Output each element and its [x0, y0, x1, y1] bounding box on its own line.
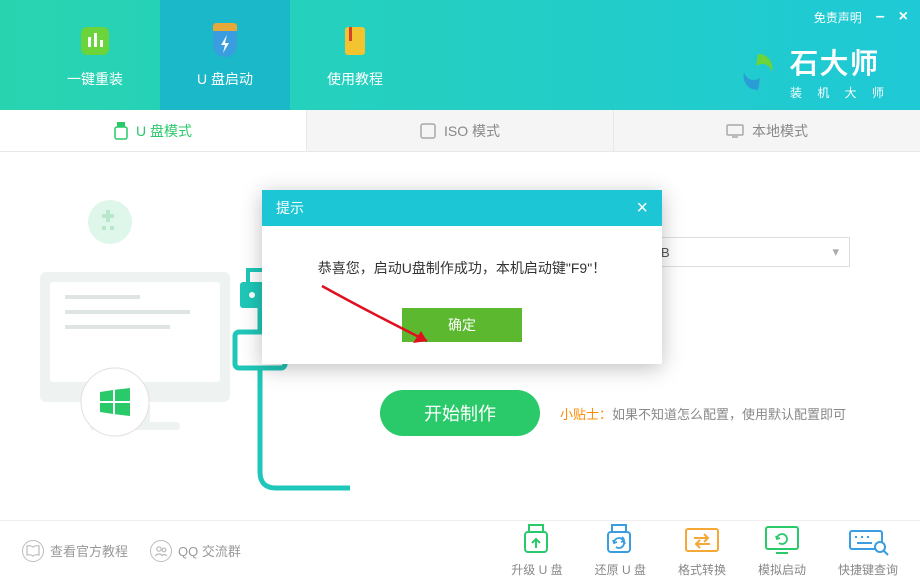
tip-text: 如果不知道怎么配置，使用默认配置即可	[612, 407, 846, 422]
success-dialog: 提示 × 恭喜您，启动U盘制作成功，本机启动键"F9"！ 确定	[262, 190, 662, 364]
tab-tutorial[interactable]: 使用教程	[290, 0, 420, 110]
tool-label: 快捷键查询	[838, 561, 898, 578]
close-button[interactable]: ×	[899, 8, 908, 26]
ok-label: 确定	[448, 315, 476, 335]
brand-subtitle: 装 机 大 师	[790, 84, 890, 101]
book-icon	[335, 21, 375, 61]
app-header: 一键重装 U 盘启动 使用教程 免责声明 – × 石大师 装 机 大 师	[0, 0, 920, 110]
qq-group-link[interactable]: QQ 交流群	[150, 540, 241, 562]
window-controls: 免责声明 – ×	[814, 8, 908, 26]
footer: 查看官方教程 QQ 交流群 升级 U 盘 还原 U 盘 格式转换	[0, 520, 920, 580]
shield-bolt-icon	[205, 21, 245, 61]
link-label: 查看官方教程	[50, 541, 128, 560]
monitor-refresh-icon	[760, 523, 804, 557]
chart-icon	[75, 21, 115, 61]
link-label: QQ 交流群	[178, 541, 241, 560]
mode-tab-usb[interactable]: U 盘模式	[0, 110, 307, 151]
brand: 石大师 装 机 大 师	[736, 42, 890, 101]
footer-links: 查看官方教程 QQ 交流群	[22, 540, 241, 562]
tool-simulate-boot[interactable]: 模拟启动	[758, 523, 806, 578]
dropdown-value: B	[661, 245, 670, 260]
book-open-icon	[22, 540, 44, 562]
minimize-button[interactable]: –	[876, 8, 885, 26]
tool-restore-usb[interactable]: 还原 U 盘	[595, 523, 646, 578]
dialog-close-button[interactable]: ×	[636, 197, 648, 220]
dialog-body: 恭喜您，启动U盘制作成功，本机启动键"F9"！ 确定	[262, 226, 662, 364]
iso-icon	[420, 123, 436, 139]
tab-reinstall[interactable]: 一键重装	[30, 0, 160, 110]
mode-tab-iso[interactable]: ISO 模式	[307, 110, 614, 151]
start-button-label: 开始制作	[424, 400, 496, 426]
tab-label: U 盘启动	[197, 69, 253, 89]
header-tabs: 一键重装 U 盘启动 使用教程	[0, 0, 420, 110]
official-tutorial-link[interactable]: 查看官方教程	[22, 540, 128, 562]
tip-label: 小贴士：	[560, 407, 612, 422]
dialog-title: 提示	[276, 198, 304, 218]
mode-tab-label: ISO 模式	[444, 121, 500, 141]
dialog-ok-button[interactable]: 确定	[402, 308, 522, 342]
usb-refresh-icon	[598, 523, 642, 557]
mode-tab-local[interactable]: 本地模式	[614, 110, 920, 151]
tool-label: 还原 U 盘	[595, 561, 646, 578]
tool-label: 模拟启动	[758, 561, 806, 578]
tool-upgrade-usb[interactable]: 升级 U 盘	[511, 523, 562, 578]
monitor-icon	[726, 124, 744, 138]
tool-format-convert[interactable]: 格式转换	[678, 523, 726, 578]
mode-tab-label: 本地模式	[752, 121, 808, 141]
mode-tab-label: U 盘模式	[136, 121, 192, 141]
dialog-header: 提示 ×	[262, 190, 662, 226]
usb-up-icon	[515, 523, 559, 557]
tool-label: 格式转换	[678, 561, 726, 578]
keyboard-search-icon	[846, 523, 890, 557]
tab-usb-boot[interactable]: U 盘启动	[160, 0, 290, 110]
usb-icon	[114, 122, 128, 140]
tip: 小贴士：如果不知道怎么配置，使用默认配置即可	[560, 404, 846, 423]
disclaimer-link[interactable]: 免责声明	[814, 9, 862, 26]
brand-logo-icon	[736, 50, 780, 94]
tab-label: 一键重装	[67, 69, 123, 89]
dialog-message: 恭喜您，启动U盘制作成功，本机启动键"F9"！	[286, 258, 638, 278]
convert-icon	[680, 523, 724, 557]
tool-hotkey-query[interactable]: 快捷键查询	[838, 523, 898, 578]
mode-tabs: U 盘模式 ISO 模式 本地模式	[0, 110, 920, 152]
people-icon	[150, 540, 172, 562]
brand-title: 石大师	[790, 42, 890, 82]
tool-label: 升级 U 盘	[511, 561, 562, 578]
usb-select-dropdown[interactable]: B ▾	[650, 237, 850, 267]
start-make-button[interactable]: 开始制作	[380, 390, 540, 436]
chevron-down-icon: ▾	[832, 244, 839, 260]
footer-tools: 升级 U 盘 还原 U 盘 格式转换 模拟启动 快捷键查询	[511, 523, 898, 578]
tab-label: 使用教程	[327, 69, 383, 89]
